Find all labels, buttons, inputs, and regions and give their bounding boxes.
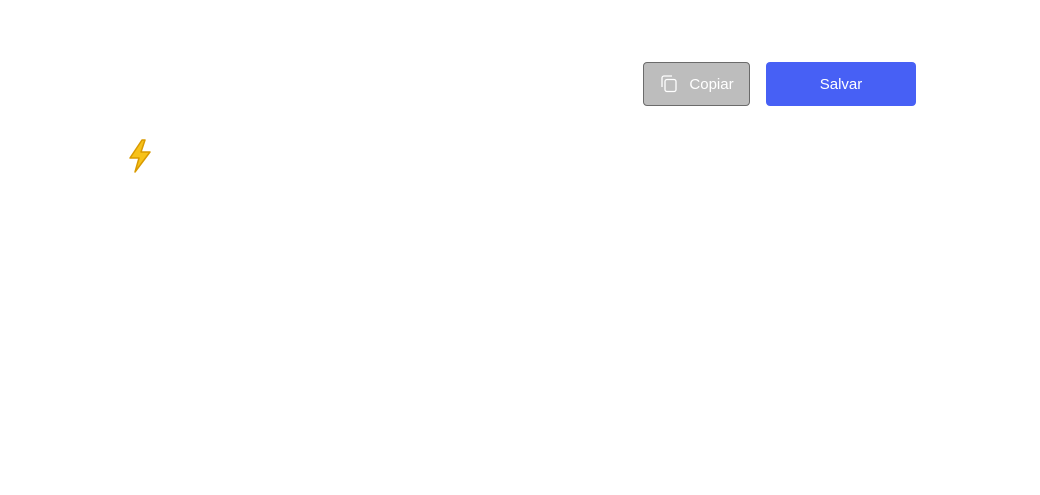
copy-button[interactable]: Copiar: [643, 62, 750, 106]
copy-button-label: Copiar: [689, 75, 734, 93]
page: Copiar Salvar: [0, 0, 1040, 495]
lightning-bolt-icon: [126, 138, 154, 174]
copy-icon: [659, 74, 679, 94]
action-toolbar: Copiar Salvar: [643, 62, 916, 106]
save-button[interactable]: Salvar: [766, 62, 916, 106]
save-button-label: Salvar: [819, 75, 863, 93]
